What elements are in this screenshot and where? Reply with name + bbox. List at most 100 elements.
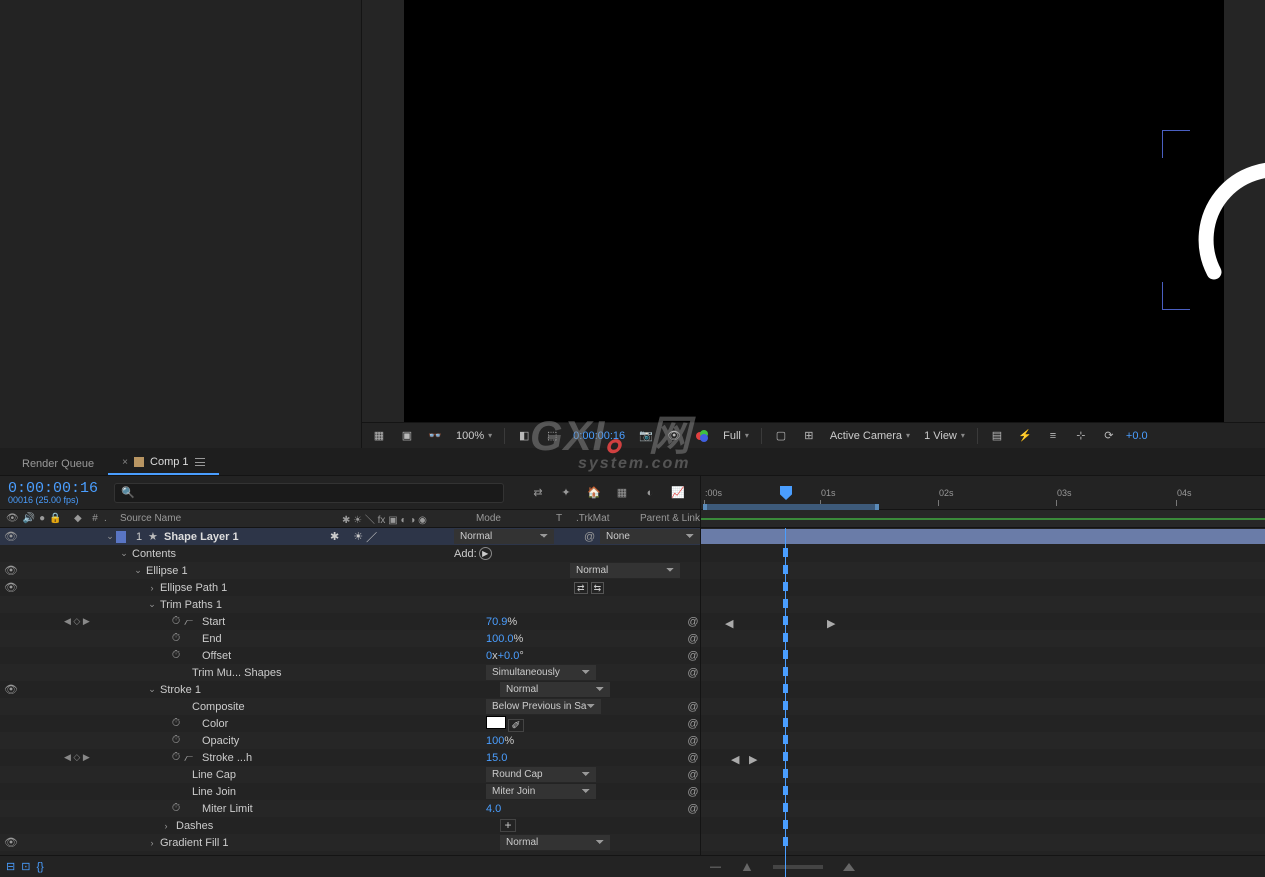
audio-toggle-icon[interactable]: 🔊 [23,513,35,524]
prev-keyframe-icon[interactable]: ◀ [731,753,739,763]
link-icon[interactable]: @ [686,701,700,713]
twirl-icon[interactable]: ⌄ [146,599,158,610]
trim-multi-dropdown[interactable]: Simultaneously [486,665,596,680]
link-icon[interactable]: @ [686,769,700,781]
eyedropper-icon[interactable]: ✐ [508,719,524,732]
add-dash-button[interactable]: + [500,819,516,832]
roi-icon[interactable]: ▢ [770,427,792,445]
views-dropdown[interactable]: 1 View▾ [920,427,969,445]
close-icon[interactable]: × [122,457,128,468]
toggle-switches-icon[interactable]: ⊟ [6,860,15,873]
label-column-icon[interactable]: ◆ [74,513,86,524]
show-snapshot-icon[interactable]: 👁 [663,427,685,445]
eye-icon[interactable]: 👁 [4,836,18,850]
draft-3d-icon[interactable]: ✦ [558,485,574,501]
trim-offset-row[interactable]: ⏱ Offset 0x+0.0° @ [0,647,700,664]
fast-preview-icon[interactable]: ⚡ [1014,427,1036,445]
link-icon[interactable]: @ [686,752,700,764]
camera-dropdown[interactable]: Active Camera▾ [826,427,914,445]
end-value[interactable]: 100.0 [486,633,514,645]
snapshot-icon[interactable]: 📷 [635,427,657,445]
ellipse-mode-dropdown[interactable]: Normal [570,563,680,578]
trim-end-row[interactable]: ⏱ End 100.0% @ [0,630,700,647]
zoom-out-icon[interactable] [743,863,751,871]
twirl-icon[interactable]: › [160,821,172,831]
search-input[interactable] [135,487,497,499]
prev-keyframe-icon[interactable]: ◀ [725,617,733,627]
line-join-row[interactable]: Line Join Miter Join @ [0,783,700,800]
reset-exposure-icon[interactable]: ⟳ [1098,427,1120,445]
stroke-width-row[interactable]: ◀ ◇ ▶ ⏱ ⦧ Stroke ...h 15.0 @ [0,749,700,766]
stopwatch-icon[interactable]: ⏱ [170,718,182,730]
stopwatch-icon[interactable]: ⏱ [170,735,182,747]
twirl-icon[interactable]: ⌄ [132,565,144,576]
graph-editor-icon[interactable]: 📈 [670,485,686,501]
link-icon[interactable]: @ [686,633,700,645]
path-constrain-icon[interactable]: ⇄ [574,582,588,594]
twirl-icon[interactable]: ⌄ [118,548,130,559]
trim-multiple-row[interactable]: Trim Mu... Shapes Simultaneously @ [0,664,700,681]
stroke-mode-dropdown[interactable]: Normal [500,682,610,697]
miter-value[interactable]: 4.0 [486,803,501,815]
composite-row[interactable]: Composite Below Previous in Sa @ [0,698,700,715]
eye-icon[interactable]: 👁 [4,683,18,697]
color-row[interactable]: ⏱ Color ✐ @ [0,715,700,732]
timeline-ruler[interactable]: :00s 01s 02s 03s 04s [701,476,1265,510]
line-cap-row[interactable]: Line Cap Round Cap @ [0,766,700,783]
color-swatch[interactable] [486,716,506,729]
eye-icon[interactable]: 👁 [4,564,18,578]
path-reverse-icon[interactable]: ⇆ [591,582,605,594]
layer-row-1[interactable]: 👁 ⌄ 1 ★ Shape Layer 1 ✱☀／ Normal @ None [0,528,700,545]
keyframe-nav[interactable]: ◀ ◇ ▶ [60,616,104,627]
zoom-in-icon[interactable] [843,863,855,871]
mask-icon[interactable]: ▣ [396,427,418,445]
contents-row[interactable]: ⌄ Contents Add: ▶ [0,545,700,562]
trim-paths-row[interactable]: ⌄ Trim Paths 1 [0,596,700,613]
start-value[interactable]: 70.9 [486,616,507,628]
ellipse-group-row[interactable]: 👁 ⌄ Ellipse 1 Normal [0,562,700,579]
stopwatch-icon[interactable]: ⏱ [170,803,182,815]
preview-timecode[interactable]: 0:00:00:16 [569,427,629,445]
stopwatch-icon[interactable]: ⏱ [170,650,182,662]
panel-menu-icon[interactable] [195,458,205,466]
search-layers[interactable]: 🔍 [114,483,504,503]
timeline-tracks[interactable]: ◀ ▶ ◀ ▶ [701,528,1265,877]
eye-icon[interactable]: 👁 [4,581,18,595]
parent-dropdown[interactable]: None [600,529,700,544]
timeline-icon[interactable]: ≡ [1042,427,1064,445]
grid-icon[interactable]: ▦ [368,427,390,445]
shy-icon[interactable]: 🏠 [586,485,602,501]
stopwatch-icon[interactable]: ⏱ [170,616,182,628]
tab-comp-1[interactable]: × Comp 1 [108,451,218,475]
composite-dropdown[interactable]: Below Previous in Sa [486,699,601,714]
pickwhip-icon[interactable]: @ [584,531,596,543]
alpha-icon[interactable]: ◧ [513,427,535,445]
flowchart-icon[interactable]: ⊹ [1070,427,1092,445]
motion-blur-icon[interactable]: ◐ [642,485,658,501]
ellipse-path-row[interactable]: 👁 › Ellipse Path 1 ⇄ ⇆ [0,579,700,596]
graph-icon[interactable]: ⦧ [184,616,196,628]
lock-toggle-icon[interactable]: 🔒 [49,513,61,524]
link-icon[interactable]: @ [686,718,700,730]
zoom-slider[interactable] [773,865,823,869]
resolution-dropdown[interactable]: Full▾ [719,427,753,445]
stopwatch-icon[interactable]: ⏱ [170,752,182,764]
dashes-row[interactable]: › Dashes + [0,817,700,834]
toggle-in-out-icon[interactable]: {} [36,861,43,873]
miter-limit-row[interactable]: ⏱ Miter Limit 4.0 @ [0,800,700,817]
graph-icon[interactable]: ⦧ [184,752,196,764]
transparency-grid-icon[interactable]: ⊞ [798,427,820,445]
twirl-icon[interactable]: › [146,583,158,593]
twirl-icon[interactable]: › [146,838,158,848]
gradfill-mode-dropdown[interactable]: Normal [500,835,610,850]
link-icon[interactable]: @ [686,616,700,628]
line-cap-dropdown[interactable]: Round Cap [486,767,596,782]
twirl-icon[interactable]: ⌄ [146,684,158,695]
source-name-column[interactable]: Source Name [114,513,338,524]
opacity-row[interactable]: ⏱ Opacity 100% @ [0,732,700,749]
link-icon[interactable]: @ [686,803,700,815]
link-icon[interactable]: @ [686,667,700,679]
toggle-modes-icon[interactable]: ⊡ [21,860,30,873]
video-toggle-icon[interactable]: 👁 [6,513,19,524]
gradient-fill-row[interactable]: 👁 › Gradient Fill 1 Normal [0,834,700,851]
